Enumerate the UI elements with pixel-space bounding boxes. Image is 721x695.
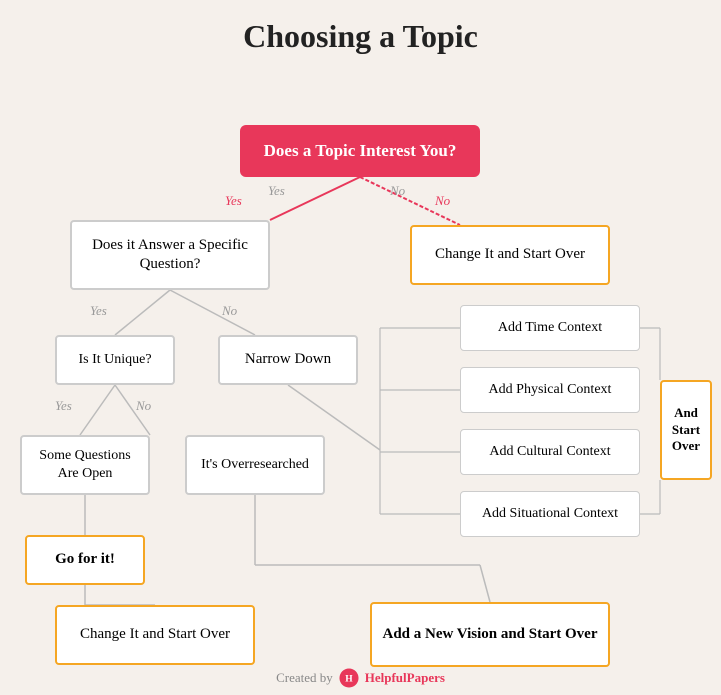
change-bottom-box: Change It and Start Over: [55, 605, 255, 665]
no-label-3: No: [136, 398, 151, 414]
brand-name: HelpfulPapers: [365, 670, 445, 686]
footer: Created by H HelpfulPapers: [0, 667, 721, 689]
goforit-box: Go for it!: [25, 535, 145, 585]
no-label-start: No: [435, 193, 450, 209]
unique-box: Is It Unique?: [55, 335, 175, 385]
page-title: Choosing a Topic: [0, 0, 721, 65]
brand-logo-icon: H: [338, 667, 360, 689]
cultural-context-box: Add Cultural Context: [460, 429, 640, 475]
situational-context-box: Add Situational Context: [460, 491, 640, 537]
yes-label-3: Yes: [55, 398, 72, 414]
narrow-box: Narrow Down: [218, 335, 358, 385]
svg-text:H: H: [345, 675, 353, 685]
new-vision-box: Add a New Vision and Start Over: [370, 602, 610, 667]
physical-context-box: Add Physical Context: [460, 367, 640, 413]
question-box: Does it Answer a Specific Question?: [70, 220, 270, 290]
yes-label-1: Yes: [268, 183, 285, 199]
no-label-2: No: [222, 303, 237, 319]
created-by-label: Created by: [276, 670, 333, 686]
no-label-1: No: [390, 183, 405, 199]
yes-label-2: Yes: [90, 303, 107, 319]
change-top-box: Change It and Start Over: [410, 225, 610, 285]
some-questions-box: Some Questions Are Open: [20, 435, 150, 495]
and-start-over-box: And Start Over: [660, 380, 712, 480]
start-box: Does a Topic Interest You?: [240, 125, 480, 177]
yes-label-start: Yes: [225, 193, 242, 209]
overresearched-box: It's Overresearched: [185, 435, 325, 495]
time-context-box: Add Time Context: [460, 305, 640, 351]
